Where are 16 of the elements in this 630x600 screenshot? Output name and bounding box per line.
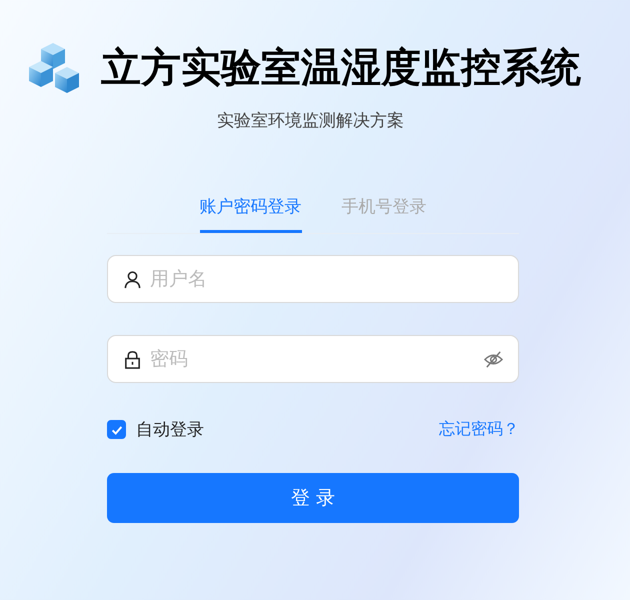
user-icon bbox=[123, 270, 142, 288]
login-button[interactable]: 登 录 bbox=[107, 473, 519, 523]
cubes-logo-icon bbox=[27, 40, 81, 94]
password-input[interactable]: 密码 bbox=[148, 347, 477, 371]
forgot-password-link[interactable]: 忘记密码？ bbox=[439, 419, 519, 440]
checkbox[interactable] bbox=[107, 420, 126, 439]
lock-icon bbox=[123, 350, 142, 368]
username-field[interactable]: 用户名 bbox=[107, 255, 519, 303]
username-input[interactable]: 用户名 bbox=[148, 267, 504, 291]
app-title: 立方实验室温湿度监控系统 bbox=[101, 44, 581, 93]
auto-login-label: 自动登录 bbox=[136, 419, 204, 441]
eye-slash-icon[interactable] bbox=[483, 350, 504, 368]
app-subtitle: 实验室环境监测解决方案 bbox=[217, 110, 405, 132]
login-tab[interactable]: 手机号登录 bbox=[342, 187, 426, 233]
password-field[interactable]: 密码 bbox=[107, 335, 519, 383]
login-tab[interactable]: 账户密码登录 bbox=[200, 187, 302, 233]
